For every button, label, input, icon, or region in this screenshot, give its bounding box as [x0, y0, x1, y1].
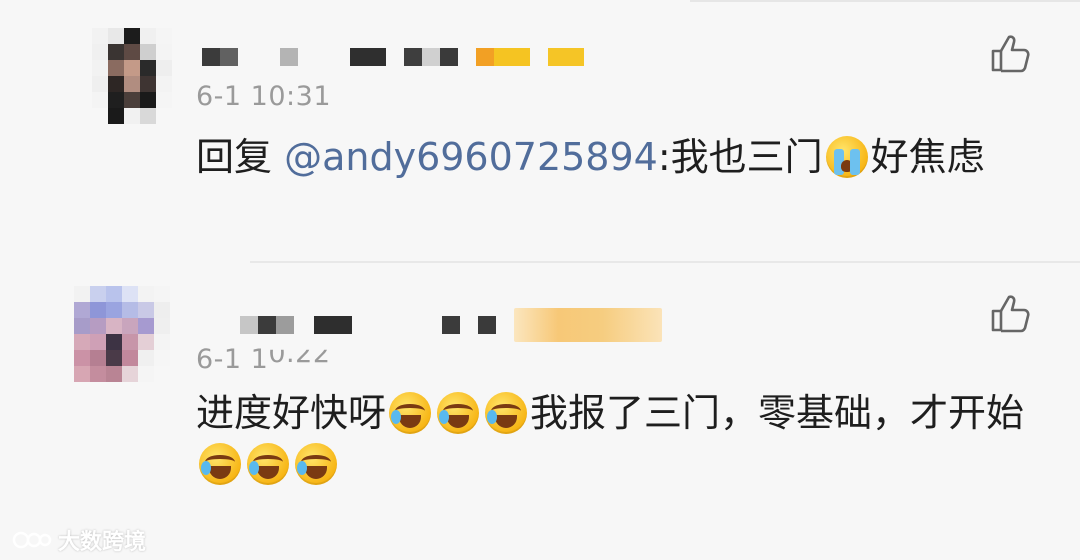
laughing-tears-icon	[199, 443, 241, 485]
watermark: 大数跨境	[12, 524, 146, 556]
laughing-tears-icon	[295, 443, 337, 485]
comment-text-part: 进度好快呀	[196, 391, 387, 435]
thumbs-up-icon[interactable]	[988, 292, 1032, 336]
comment-text-part: :我也三门	[657, 135, 823, 179]
laughing-tears-icon	[437, 392, 480, 434]
avatar[interactable]	[74, 286, 170, 382]
comment-body: 进度好快呀 我报了三门，零基础，才开始	[196, 388, 1036, 490]
comment-item: 6-1 10.22 进度好快呀 我报了三门，零基础，才开始	[0, 264, 1080, 560]
laughing-tears-icon	[247, 443, 289, 485]
laughing-tears-icon	[485, 392, 528, 434]
avatar[interactable]	[92, 28, 172, 124]
comment-timestamp: 6-1 10.22	[196, 338, 331, 375]
comment-body: 回复 @andy6960725894:我也三门 好焦虑	[196, 132, 1036, 183]
thumbs-up-icon[interactable]	[988, 32, 1032, 76]
crying-face-icon	[825, 136, 868, 178]
laughing-tears-icon	[389, 392, 432, 434]
watermark-logo-icon	[12, 531, 52, 549]
comment-text-part: 好焦虑	[870, 135, 985, 179]
watermark-text: 大数跨境	[58, 530, 147, 555]
username-pixelated[interactable]	[240, 308, 662, 342]
reply-prefix: 回复	[196, 135, 285, 179]
comment-divider	[250, 261, 1080, 263]
comment-item: 6-1 10:31 回复 @andy6960725894:我也三门 好焦虑	[0, 0, 1080, 263]
username-pixelated[interactable]	[202, 48, 584, 66]
comment-timestamp: 6-1 10:31	[196, 81, 331, 112]
comment-text-part: 我报了三门，零基础，才开始	[530, 391, 1025, 435]
mention-link[interactable]: @andy6960725894	[284, 135, 658, 179]
